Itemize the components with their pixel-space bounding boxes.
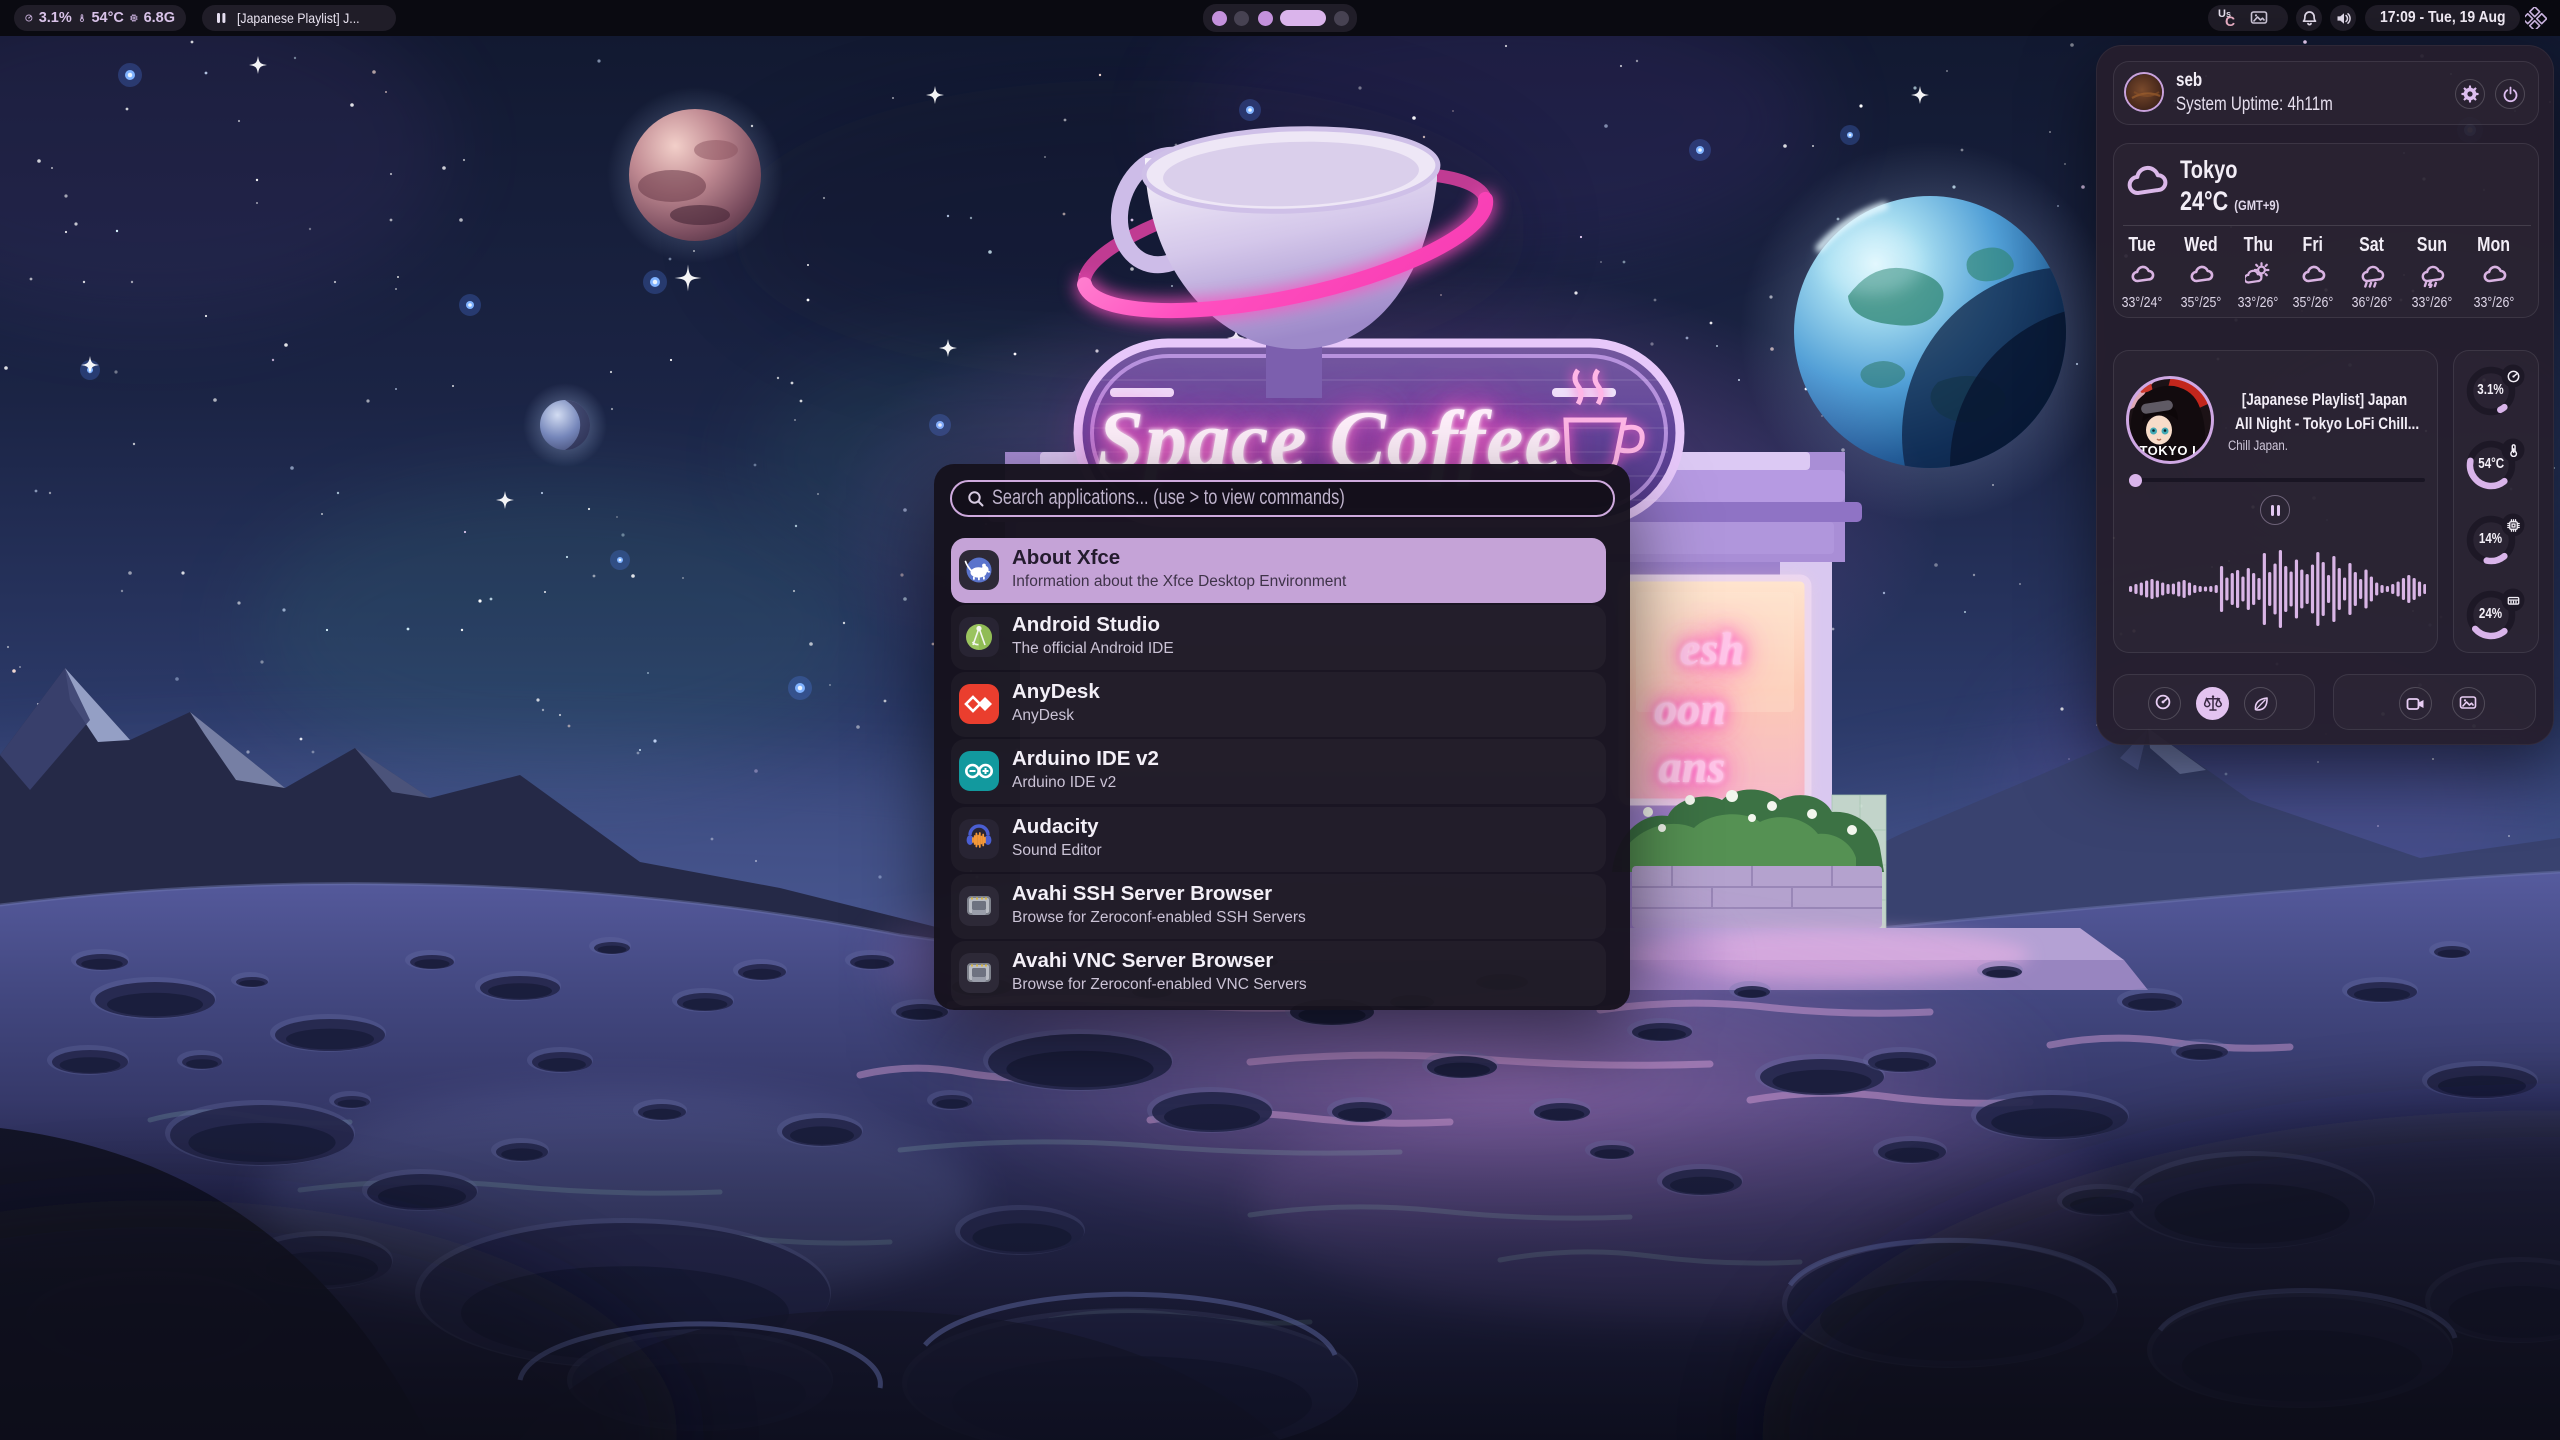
svg-text:oon: oon: [1654, 683, 1726, 734]
svg-text:esh: esh: [1680, 623, 1744, 674]
svg-text:ans: ans: [1659, 741, 1725, 792]
